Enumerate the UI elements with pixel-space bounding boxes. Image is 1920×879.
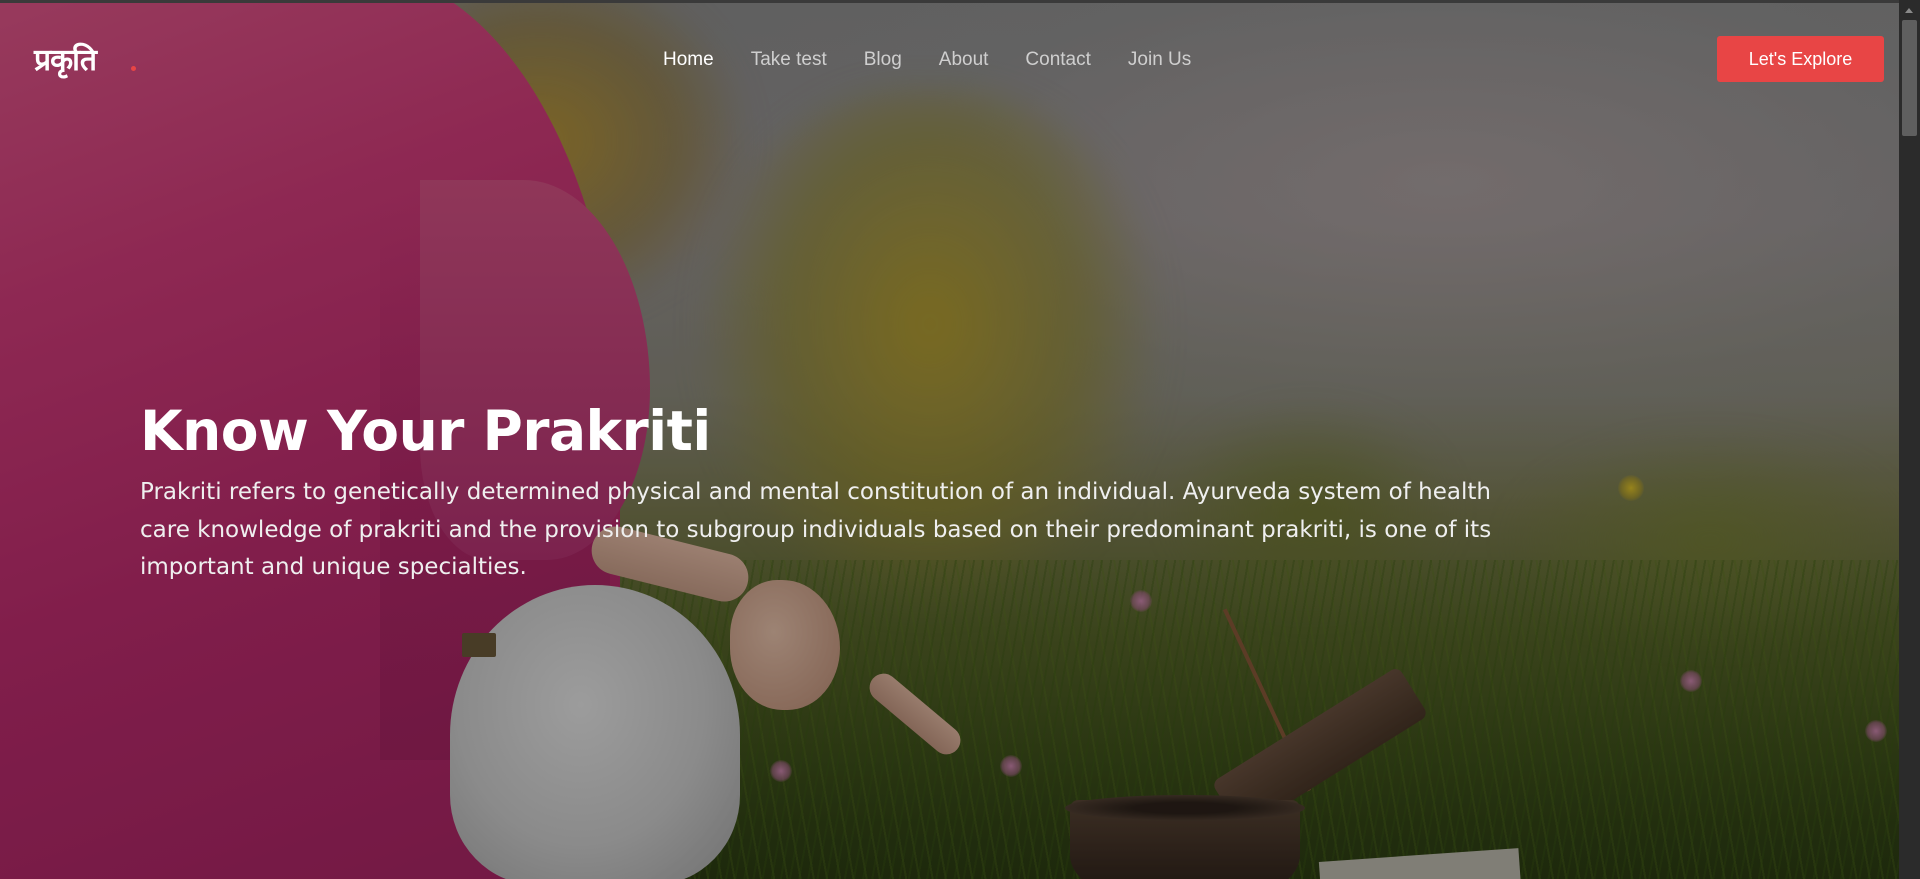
window-top-border — [0, 0, 1920, 3]
nav-contact[interactable]: Contact — [1025, 49, 1090, 71]
lets-explore-button[interactable]: Let's Explore — [1717, 36, 1884, 82]
page-viewport: प्रकृति Home Take test Blog About Contac… — [0, 0, 1899, 879]
nav-about[interactable]: About — [939, 49, 989, 71]
page-scrollbar[interactable] — [1899, 0, 1920, 879]
site-header: प्रकृति Home Take test Blog About Contac… — [0, 0, 1899, 120]
scroll-up-arrow-icon[interactable] — [1905, 8, 1913, 13]
hero-description: Prakriti refers to genetically determine… — [140, 479, 1492, 580]
hero-title: Know Your Prakriti — [140, 399, 711, 463]
nav-home[interactable]: Home — [663, 49, 714, 71]
scrollbar-thumb[interactable] — [1902, 20, 1917, 136]
nav-blog[interactable]: Blog — [864, 49, 902, 71]
main-nav: Home Take test Blog About Contact Join U… — [663, 48, 1191, 72]
hero-section: Know Your Prakriti Prakriti refers to ge… — [140, 398, 1520, 587]
nav-join-us[interactable]: Join Us — [1128, 49, 1191, 71]
nav-take-test[interactable]: Take test — [751, 49, 827, 71]
site-logo[interactable]: प्रकृति — [34, 38, 97, 79]
logo-dot — [131, 66, 136, 71]
